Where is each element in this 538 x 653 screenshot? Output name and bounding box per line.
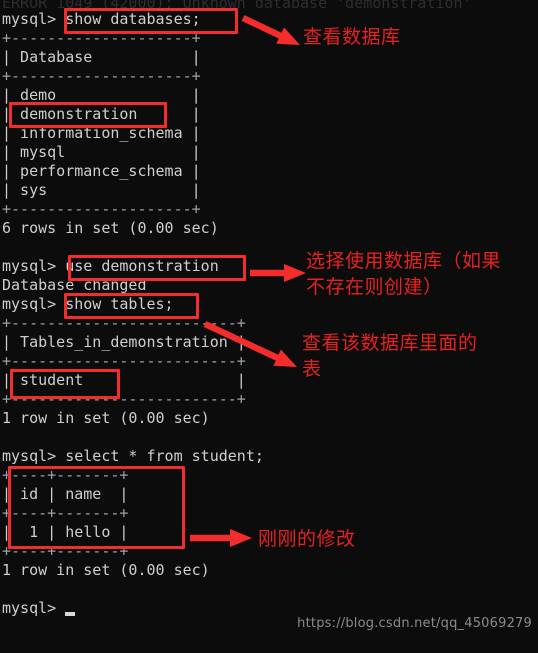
highlight-demonstration [9,102,167,128]
terminal-line: | performance_schema | [2,162,201,180]
watermark-url: https://blog.csdn.net/qq_45069279 [297,616,532,631]
highlight-show-tables [64,293,199,319]
arrow-view-databases [241,15,300,45]
highlight-show-databases [64,8,238,34]
terminal-line: mysql> select * from student; [2,447,264,465]
terminal-line: | Database | [2,48,201,66]
terminal-line: 1 row in set (0.00 sec) [2,561,210,579]
terminal-cursor [65,612,75,616]
note-recent-change: 刚刚的修改 [258,528,356,550]
note-use-database: 选择使用数据库（如果 不存在则创建） [306,250,502,298]
terminal-line: 6 rows in set (0.00 sec) [2,219,219,237]
highlight-result-table [8,466,185,549]
terminal-line: | sys | [2,181,201,199]
terminal-line: | Tables_in_demonstration | [2,333,246,351]
terminal-line: mysql> [2,599,57,617]
terminal-line: +--------------------+ [2,67,201,85]
arrow-use-database [250,264,306,282]
terminal-line: | mysql | [2,143,201,161]
arrow-recent-change [190,529,252,547]
terminal-line: 1 row in set (0.00 sec) [2,409,210,427]
terminal-line: +--------------------+ [2,200,201,218]
note-view-databases: 查看数据库 [303,26,401,48]
highlight-use-demonstration [68,255,246,281]
highlight-student [10,369,120,399]
note-show-tables: 查看该数据库里面的 表 [302,332,478,380]
terminal-screenshot: ERROR 1049 (42000): Unknown database 'de… [0,0,538,653]
